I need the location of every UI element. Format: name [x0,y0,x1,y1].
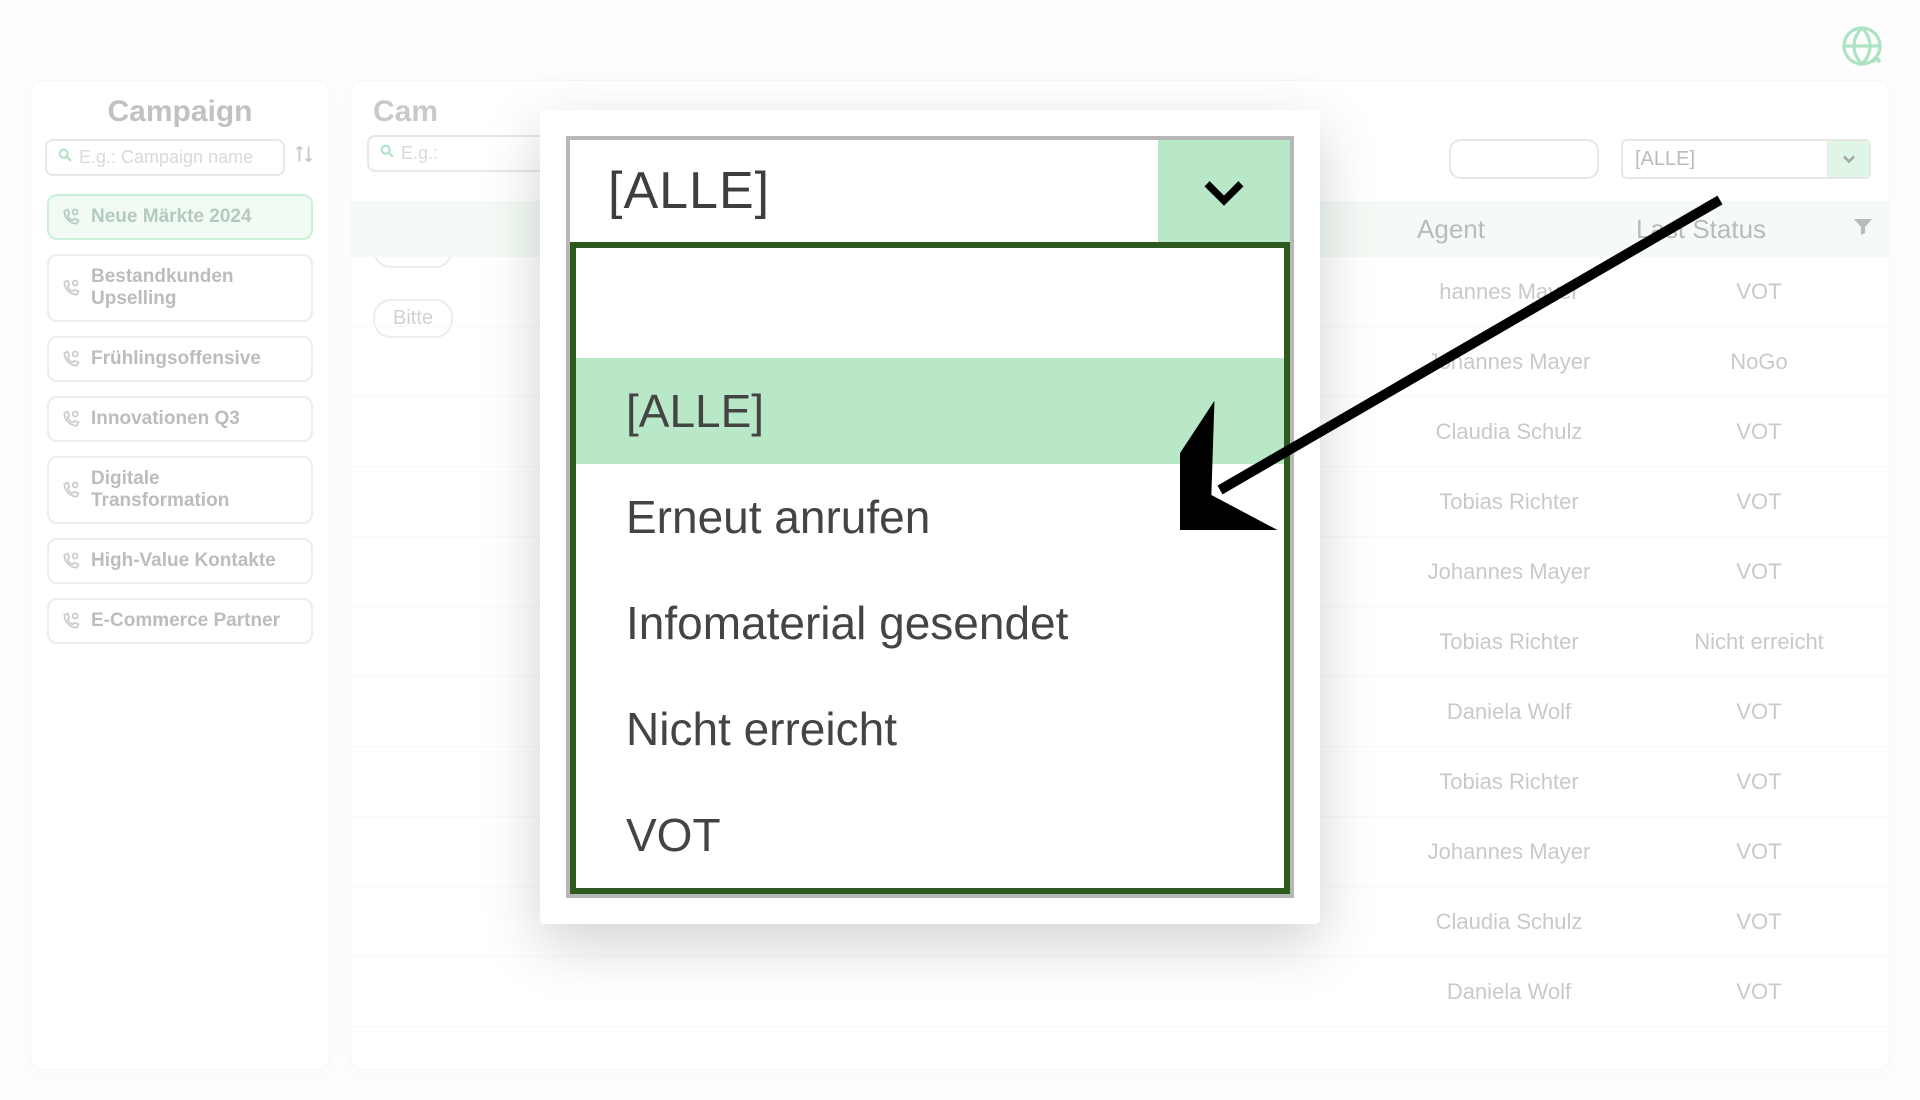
dropdown-selected-row[interactable]: [ALLE] [570,140,1290,242]
dropdown-current-value: [ALLE] [570,161,1158,221]
chevron-down-icon [1827,141,1869,177]
dropdown-option[interactable]: [ALLE] [576,358,1284,464]
campaign-item-label: Bestandkunden Upselling [91,266,299,310]
cell-status: VOT [1679,979,1839,1005]
search-icon [379,143,395,164]
campaign-item-label: High-Value Kontakte [91,550,276,572]
campaign-item[interactable]: Innovationen Q3 [47,396,313,442]
campaign-item[interactable]: High-Value Kontakte [47,538,313,584]
phone-gear-icon [61,278,81,298]
cell-status: VOT [1679,839,1839,865]
cell-status: VOT [1679,419,1839,445]
campaign-search-input[interactable]: E.g.: Campaign name [45,139,285,176]
cell-agent: Johannes Mayer [1409,559,1609,585]
phone-gear-icon [61,409,81,429]
cell-status: VOT [1679,699,1839,725]
filter-icon[interactable] [1851,214,1875,245]
campaign-item-label: E-Commerce Partner [91,610,280,632]
cell-agent: hannes Mayer [1409,279,1609,305]
cell-agent: Claudia Schulz [1409,419,1609,445]
dropdown-option[interactable]: Nicht erreicht [576,676,1284,782]
cell-agent: Tobias Richter [1409,629,1609,655]
cell-agent: Tobias Richter [1409,769,1609,795]
cell-agent: Johannes Mayer [1409,839,1609,865]
campaign-list: Neue Märkte 2024 Bestandkunden Upselling F… [41,194,319,644]
dropdown-option-blank[interactable] [576,248,1284,358]
campaign-item-label: Digitale Transformation [91,468,299,512]
cell-agent: Claudia Schulz [1409,909,1609,935]
status-dropdown-modal: [ALLE] [ALLE] Erneut anrufen Infomateria… [540,110,1320,924]
cell-status: VOT [1679,559,1839,585]
table-row[interactable]: Daniela Wolf VOT [351,957,1889,1027]
cell-agent: Johannes Mayer [1409,349,1609,375]
detail-search-placeholder: E.g.: [401,143,438,164]
chevron-down-icon [1158,140,1290,242]
dropdown-options-list: [ALLE] Erneut anrufen Infomaterial gesen… [570,242,1290,894]
dropdown-option[interactable]: Infomaterial gesendet [576,570,1284,676]
campaign-item[interactable]: Frühlingsoffensive [47,336,313,382]
cell-status: VOT [1679,279,1839,305]
cell-status: NoGo [1679,349,1839,375]
phone-gear-icon [61,480,81,500]
cell-status: VOT [1679,909,1839,935]
cell-agent: Tobias Richter [1409,489,1609,515]
dropdown-option[interactable]: VOT [576,782,1284,888]
campaign-item[interactable]: Digitale Transformation [47,456,313,524]
col-status[interactable]: Last Status [1621,214,1781,245]
phone-gear-icon [61,207,81,227]
cell-status: VOT [1679,769,1839,795]
campaign-item-label: Neue Märkte 2024 [91,206,252,228]
campaign-item-label: Frühlingsoffensive [91,348,261,370]
cell-status: VOT [1679,489,1839,515]
campaign-item[interactable]: Neue Märkte 2024 [47,194,313,240]
search-icon [57,147,73,168]
col-agent[interactable]: Agent [1351,214,1551,245]
campaign-item[interactable]: Bestandkunden Upselling [47,254,313,322]
cell-agent: Daniela Wolf [1409,699,1609,725]
status-filter-value: [ALLE] [1623,148,1827,171]
cell-status: Nicht erreicht [1679,629,1839,655]
sort-icon[interactable] [293,143,315,172]
cell-agent: Daniela Wolf [1409,979,1609,1005]
phone-gear-icon [61,349,81,369]
campaign-item-label: Innovationen Q3 [91,408,240,430]
campaign-item[interactable]: E-Commerce Partner [47,598,313,644]
dropdown-option[interactable]: Erneut anrufen [576,464,1284,570]
phone-gear-icon [61,551,81,571]
status-filter-select[interactable]: [ALLE] [1621,139,1871,179]
campaign-search-placeholder: E.g.: Campaign name [79,147,253,168]
blank-input[interactable] [1449,139,1599,179]
campaign-sidebar-title: Campaign [41,95,319,129]
campaign-sidebar: Campaign E.g.: Campaign name Neue Märkte… [30,80,330,1070]
phone-gear-icon [61,611,81,631]
globe-refresh-icon[interactable] [1838,22,1886,75]
